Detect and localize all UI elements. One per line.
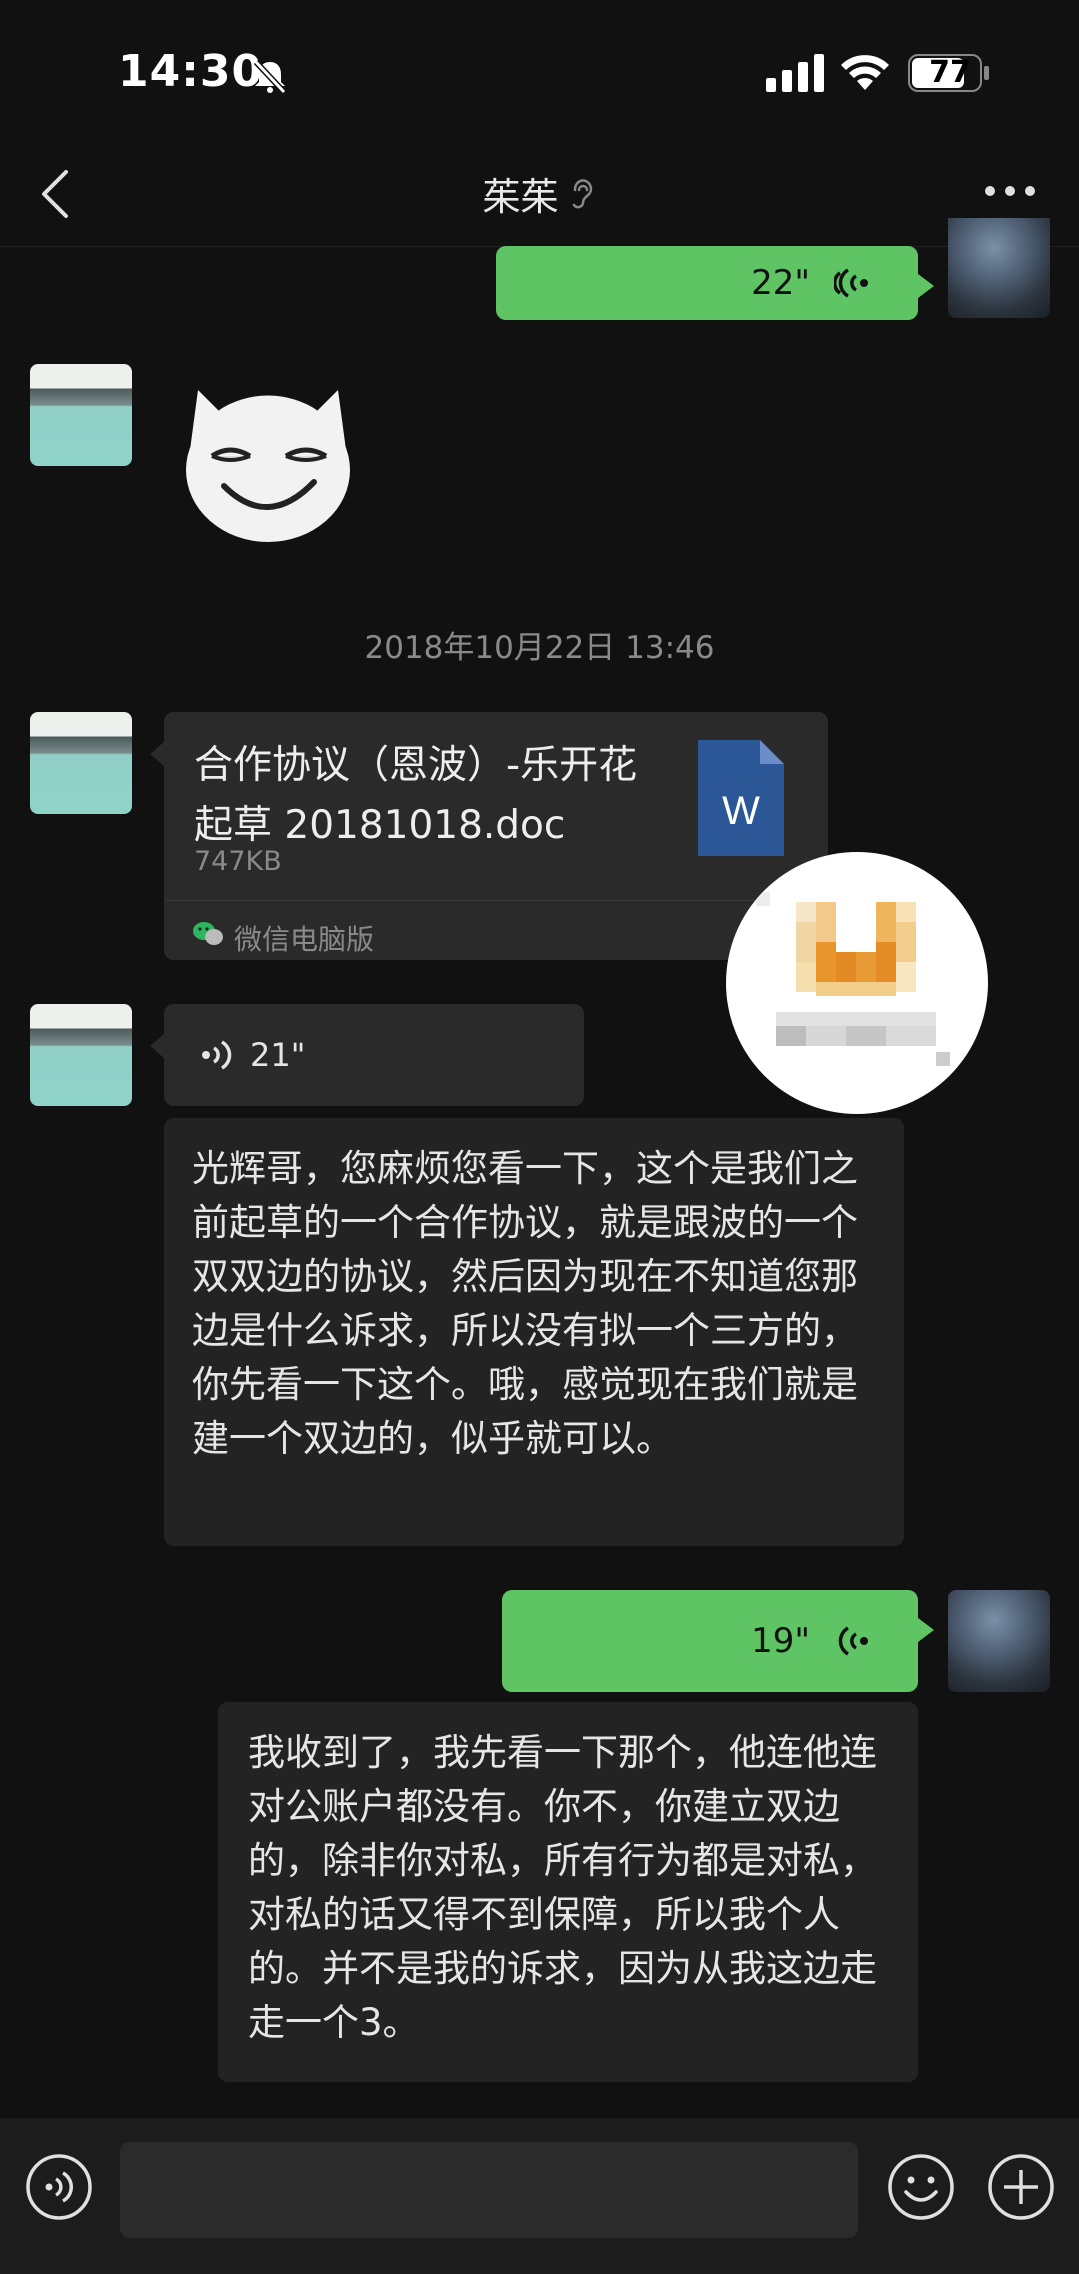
avatar-contact[interactable] — [30, 1004, 132, 1106]
pixelated-logo — [756, 892, 950, 1066]
avatar-self[interactable] — [948, 1590, 1050, 1692]
battery-level: 77 — [929, 55, 971, 90]
voice-message-sent[interactable]: 22" — [496, 246, 934, 320]
voice-duration: 19" — [751, 1621, 810, 1661]
more-icon[interactable] — [984, 184, 1036, 198]
avatar-self[interactable] — [948, 218, 1050, 318]
voice-wave-icon — [838, 1626, 868, 1656]
wifi-icon — [841, 55, 889, 90]
chat-timestamp: 2018年10月22日 13:46 — [364, 630, 715, 666]
voice-duration: 21" — [250, 1036, 306, 1074]
blurred-logo-overlay — [726, 852, 988, 1114]
message-input[interactable] — [120, 2142, 858, 2238]
emoji-icon[interactable] — [886, 2152, 956, 2222]
transcript-text: 光辉哥，您麻烦您看一下，这个是我们之前起草的一个合作协议，就是跟波的一个双双边的… — [192, 1147, 858, 1460]
chat-title: 茱茱 — [0, 166, 1079, 221]
word-file-icon: W — [698, 740, 784, 856]
file-divider — [166, 900, 826, 901]
voice-wave-icon — [834, 268, 868, 298]
file-size: 747KB — [194, 846, 282, 877]
file-name: 合作协议（恩波）-乐开花起草 20181018.doc — [194, 743, 638, 848]
avatar-contact[interactable] — [30, 712, 132, 814]
voice-wave-icon — [202, 1040, 232, 1070]
voice-input-icon[interactable] — [24, 2152, 94, 2222]
voice-transcript[interactable]: 我收到了，我先看一下那个，他连他连对公账户都没有。你不，你建立双边的，除非你对私… — [218, 1702, 918, 2082]
voice-duration: 22" — [751, 263, 810, 303]
word-letter: W — [722, 789, 760, 833]
voice-message-sent[interactable]: 19" — [502, 1590, 934, 1692]
ear-icon — [572, 178, 592, 208]
status-time: 14:30 — [118, 46, 264, 97]
transcript-text: 我收到了，我先看一下那个，他连他连对公账户都没有。你不，你建立双边的，除非你对私… — [248, 1731, 877, 2044]
avatar-contact[interactable] — [30, 364, 132, 466]
sticker-smirk[interactable] — [168, 360, 368, 560]
bell-mute-icon — [253, 59, 287, 94]
plus-icon[interactable] — [986, 2152, 1056, 2222]
contact-name: 茱茱 — [482, 175, 559, 219]
voice-transcript[interactable]: 光辉哥，您麻烦您看一下，这个是我们之前起草的一个合作协议，就是跟波的一个双双边的… — [164, 1118, 904, 1546]
signal-icon — [766, 54, 824, 92]
voice-message-received[interactable]: 21" — [150, 1004, 584, 1106]
wechat-icon — [193, 922, 223, 945]
file-source: 微信电脑版 — [234, 923, 375, 956]
